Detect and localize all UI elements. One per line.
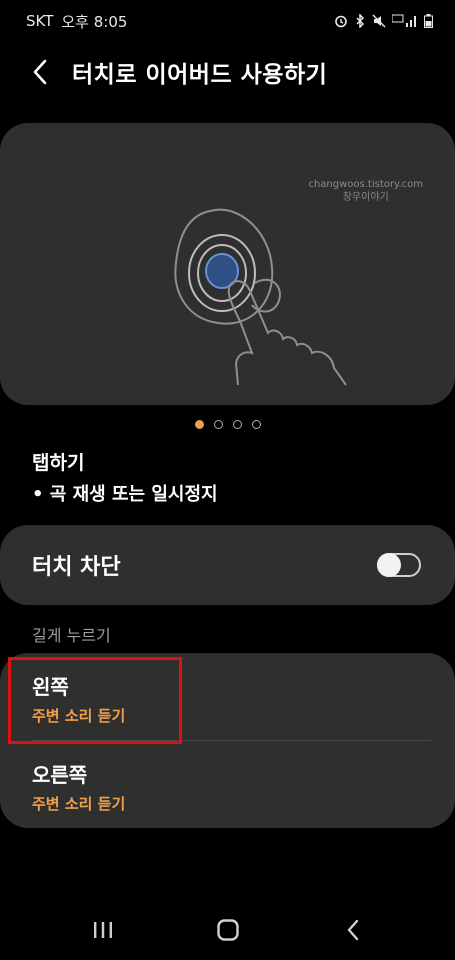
- illustration-pager: [0, 420, 455, 432]
- page-title: 터치로 이어버드 사용하기: [72, 62, 328, 88]
- battery-icon: [424, 14, 433, 28]
- app-header: 터치로 이어버드 사용하기: [0, 48, 455, 96]
- gesture-illustration-card[interactable]: changwoos.tistory.com 창우이야기: [0, 123, 455, 405]
- touch-block-switch[interactable]: [377, 553, 421, 577]
- highlight-annotation-box: [8, 657, 182, 744]
- recent-apps-button[interactable]: [73, 908, 133, 952]
- home-icon: [216, 919, 239, 941]
- earbud-tap-illustration: [174, 208, 347, 386]
- mute-icon: [372, 14, 386, 28]
- pager-dot-4[interactable]: [251, 420, 261, 429]
- pager-dot-2[interactable]: [213, 420, 223, 429]
- right-earbud-value: 주변 소리 듣기: [32, 795, 126, 813]
- recent-apps-icon: [93, 922, 112, 938]
- clock: 오후 8:05: [61, 12, 128, 31]
- gesture-title: 탭하기: [32, 452, 85, 474]
- carrier-label: SKT: [26, 12, 54, 30]
- alarm-icon: [335, 15, 347, 28]
- pager-dot-3[interactable]: [232, 420, 242, 429]
- back-button[interactable]: [14, 48, 66, 96]
- touch-block-toggle-row[interactable]: 터치 차단: [0, 525, 455, 605]
- gesture-description: • 곡 재생 또는 일시정지: [32, 484, 218, 505]
- back-arrow-icon: [347, 919, 358, 941]
- system-nav-bar: [0, 905, 455, 955]
- right-earbud-title: 오른쪽: [32, 763, 88, 787]
- lte-signal-icon: [392, 14, 416, 27]
- long-press-section-header: 길게 누르기: [32, 626, 111, 645]
- screen: SKT 오후 8:05 터치로 이어버드 사용하기 changwoos.tist…: [0, 0, 455, 960]
- bluetooth-icon: [356, 14, 365, 28]
- pager-dot-1[interactable]: [194, 420, 204, 429]
- touch-block-label: 터치 차단: [32, 555, 121, 580]
- switch-knob: [377, 553, 401, 577]
- system-back-button[interactable]: [323, 908, 383, 952]
- long-press-right-row[interactable]: 오른쪽 주변 소리 듣기: [0, 741, 455, 827]
- chevron-left-icon: [33, 59, 47, 85]
- home-button[interactable]: [198, 908, 258, 952]
- status-bar: SKT 오후 8:05: [0, 0, 455, 42]
